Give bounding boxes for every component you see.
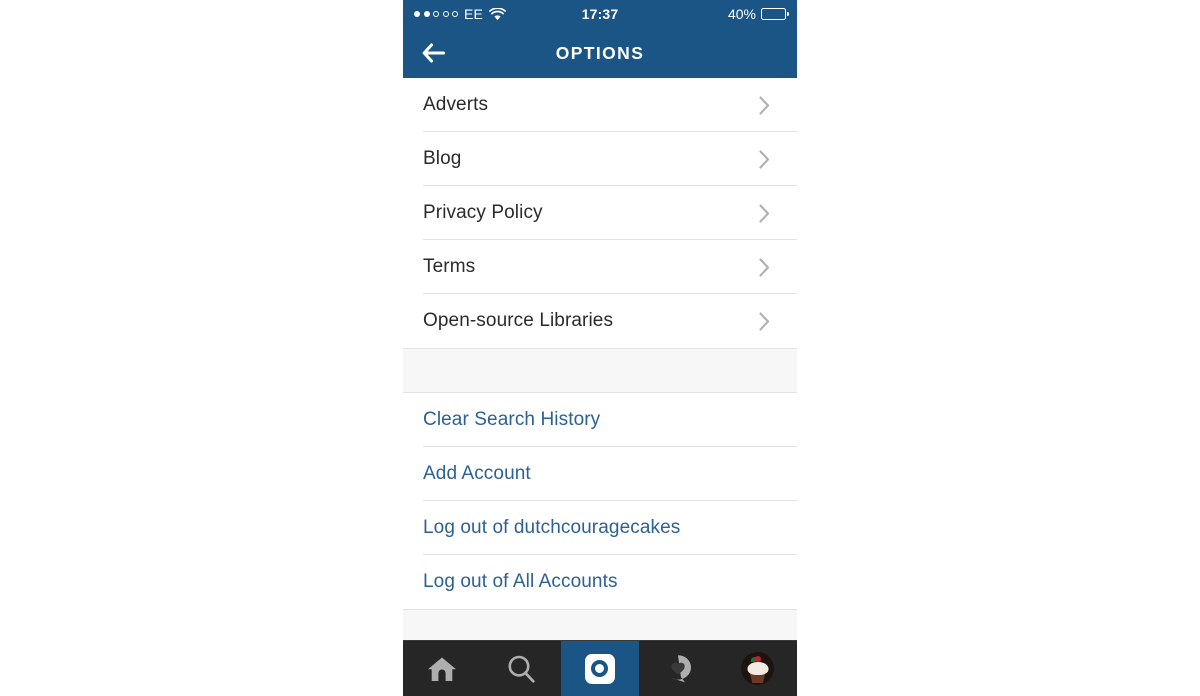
action-label: Log out of dutchcouragecakes — [423, 517, 777, 539]
screenshot-canvas: EE 17:37 40% — [0, 0, 1200, 696]
battery-percent-label: 40% — [728, 6, 756, 22]
action-log-out-all-accounts[interactable]: Log out of All Accounts — [403, 555, 797, 609]
page-title: OPTIONS — [403, 43, 797, 64]
battery-icon — [761, 8, 786, 20]
cupcake-frosting — [747, 662, 768, 675]
heart-bubble-icon — [663, 653, 695, 684]
status-bar: EE 17:37 40% — [403, 0, 797, 28]
camera-icon — [585, 654, 615, 684]
menu-item-privacy-policy[interactable]: Privacy Policy — [403, 186, 797, 240]
action-label: Log out of All Accounts — [423, 571, 777, 593]
wifi-icon — [489, 8, 506, 21]
chevron-right-icon — [758, 257, 771, 278]
action-clear-search-history[interactable]: Clear Search History — [403, 393, 797, 447]
carrier-label: EE — [464, 6, 483, 22]
tab-search[interactable] — [482, 641, 561, 696]
nav-bar: OPTIONS — [403, 28, 797, 78]
menu-item-terms[interactable]: Terms — [403, 240, 797, 294]
action-log-out-current-account[interactable]: Log out of dutchcouragecakes — [403, 501, 797, 555]
tab-activity[interactable] — [639, 641, 718, 696]
menu-item-open-source-libraries[interactable]: Open-source Libraries — [403, 294, 797, 348]
back-arrow-icon — [421, 42, 447, 64]
tab-bar — [403, 640, 797, 696]
status-bar-center: 17:37 — [582, 6, 619, 22]
status-bar-left: EE — [414, 6, 582, 22]
chevron-right-icon — [758, 311, 771, 332]
back-button[interactable] — [416, 36, 452, 70]
menu-item-label: Open-source Libraries — [423, 310, 758, 332]
cupcake-cherry — [755, 656, 761, 662]
action-label: Clear Search History — [423, 409, 777, 431]
menu-item-label: Adverts — [423, 94, 758, 116]
section-spacer-top — [403, 348, 797, 393]
signal-strength-icon — [414, 11, 458, 17]
menu-item-label: Terms — [423, 256, 758, 278]
status-bar-right: 40% — [618, 6, 786, 22]
home-icon — [426, 654, 458, 684]
camera-ring — [591, 660, 608, 677]
menu-item-adverts[interactable]: Adverts — [403, 78, 797, 132]
action-label: Add Account — [423, 463, 777, 485]
phone-screen: EE 17:37 40% — [403, 0, 797, 696]
section-spacer-bottom — [403, 609, 797, 640]
avatar — [741, 652, 774, 685]
chevron-right-icon — [758, 203, 771, 224]
options-list: Adverts Blog Privacy Policy — [403, 78, 797, 640]
search-icon — [505, 653, 537, 685]
tab-profile[interactable] — [718, 641, 797, 696]
clock-label: 17:37 — [582, 6, 619, 22]
menu-item-label: Blog — [423, 148, 758, 170]
menu-item-blog[interactable]: Blog — [403, 132, 797, 186]
action-add-account[interactable]: Add Account — [403, 447, 797, 501]
menu-item-label: Privacy Policy — [423, 202, 758, 224]
tab-home[interactable] — [403, 641, 482, 696]
tab-camera[interactable] — [561, 641, 640, 696]
chevron-right-icon — [758, 149, 771, 170]
chevron-right-icon — [758, 95, 771, 116]
